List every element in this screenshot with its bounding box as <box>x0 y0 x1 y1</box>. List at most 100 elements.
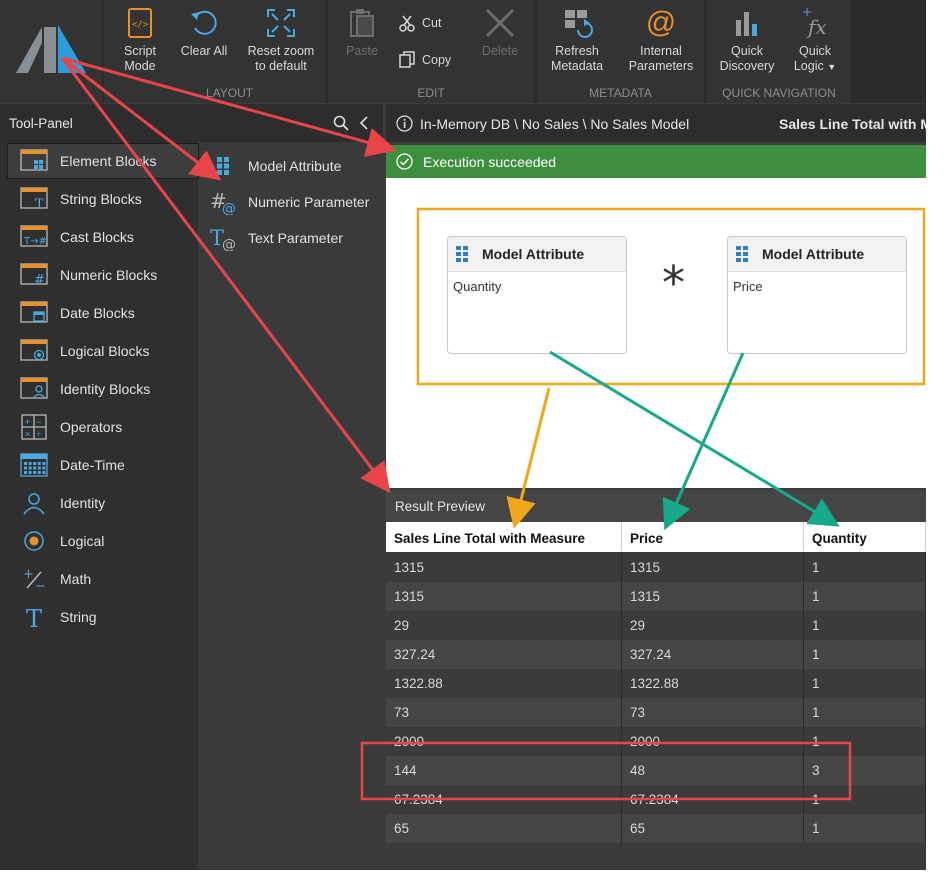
category-date-time[interactable]: Date-Time <box>8 448 198 482</box>
internal-parameters-button[interactable]: @ Internal Parameters <box>621 6 701 74</box>
table-row[interactable]: 327.24 327.24 1 <box>386 640 926 669</box>
table-cell: 1 <box>804 553 926 582</box>
table-row[interactable]: 29 29 1 <box>386 611 926 640</box>
table-row[interactable]: 67.2384 67.2384 1 <box>386 785 926 814</box>
model-attribute-node-quantity[interactable]: Model Attribute Quantity <box>447 236 627 354</box>
table-cell: 29 <box>622 611 804 640</box>
category-icon-wrap: + − <box>20 566 48 592</box>
table-cell: 48 <box>622 756 804 785</box>
table-cell: 1 <box>804 814 926 843</box>
clear-all-icon <box>191 10 217 35</box>
category-logical-blocks[interactable]: Logical Blocks <box>8 334 198 368</box>
category-math[interactable]: + − Math <box>8 562 198 596</box>
column-header[interactable]: Sales Line Total with Measure <box>386 522 622 551</box>
tool-panel-title: Tool-Panel <box>9 116 73 131</box>
model-attribute-node-price[interactable]: Model Attribute Price <box>727 236 907 354</box>
element-blocks-icon <box>20 149 48 171</box>
multiply-operator[interactable]: * <box>662 256 685 310</box>
delete-button[interactable]: Delete <box>476 6 524 59</box>
svg-text:@: @ <box>222 237 236 251</box>
search-icon[interactable] <box>333 115 349 131</box>
string-icon: T <box>26 605 42 630</box>
clear-all-button[interactable]: Clear All <box>174 6 234 59</box>
logo-icon <box>16 25 86 73</box>
refresh-metadata-button[interactable]: Refresh Metadata <box>545 6 609 74</box>
block-model-attribute[interactable]: Model Attribute <box>209 151 341 181</box>
table-row[interactable]: 73 73 1 <box>386 698 926 727</box>
table-row[interactable]: 1315 1315 1 <box>386 553 926 582</box>
category-label: String <box>60 609 97 625</box>
copy-button[interactable]: Copy <box>398 51 451 69</box>
script-mode-icon: </> <box>128 8 152 38</box>
table-cell: 2000 <box>622 727 804 756</box>
category-date-blocks[interactable]: Date Blocks <box>8 296 198 330</box>
quick-logic-button[interactable]: + fx Quick Logic ▼ <box>787 6 843 75</box>
quick-discovery-button[interactable]: Quick Discovery <box>715 6 779 74</box>
app-logo[interactable] <box>0 0 102 103</box>
svg-text:#: # <box>34 273 45 288</box>
ribbon-group-metadata: Refresh Metadata @ Internal Parameters M… <box>537 0 704 103</box>
cut-icon <box>399 15 415 32</box>
block-numeric-parameter[interactable]: # @ Numeric Parameter <box>209 187 369 217</box>
cut-button[interactable]: Cut <box>398 14 441 32</box>
edit-group-label: EDIT <box>417 86 445 100</box>
app-window: </> Script Mode Clear All Reset zoom to … <box>0 0 926 870</box>
table-row[interactable]: 2000 2000 1 <box>386 727 926 756</box>
svg-text:−: − <box>36 417 41 427</box>
category-icon-wrap <box>20 376 48 402</box>
table-cell: 1 <box>804 582 926 611</box>
svg-text:@: @ <box>222 201 236 215</box>
table-cell: 1 <box>804 611 926 640</box>
table-row[interactable]: 65 65 1 <box>386 814 926 843</box>
column-header[interactable]: Quantity <box>804 522 926 551</box>
category-icon-wrap <box>20 452 48 478</box>
paste-button[interactable]: Paste <box>340 6 384 59</box>
category-cast-blocks[interactable]: T→# Cast Blocks <box>8 220 198 254</box>
column-header[interactable]: Price <box>622 522 804 551</box>
category-icon-wrap <box>20 490 48 516</box>
measure-title: Sales Line Total with M <box>779 116 926 132</box>
category-identity-blocks[interactable]: Identity Blocks <box>8 372 198 406</box>
category-numeric-blocks[interactable]: # Numeric Blocks <box>8 258 198 292</box>
logic-canvas[interactable]: Model Attribute Quantity * Model Attribu… <box>386 178 926 488</box>
script-mode-button[interactable]: </> Script Mode <box>114 6 166 74</box>
internal-parameters-label: Internal Parameters <box>628 44 694 73</box>
category-label: Date Blocks <box>60 305 135 321</box>
table-cell: 1315 <box>386 553 622 582</box>
svg-text:T: T <box>26 605 42 630</box>
category-string[interactable]: T String <box>8 600 198 634</box>
info-icon[interactable] <box>396 115 413 132</box>
node-header: Model Attribute <box>728 237 906 272</box>
block-text-parameter[interactable]: T @ Text Parameter <box>209 223 343 253</box>
category-operators[interactable]: + − × ÷ Operators <box>8 410 198 444</box>
reset-zoom-button[interactable]: Reset zoom to default <box>242 6 320 74</box>
svg-text:−: − <box>35 579 46 592</box>
category-string-blocks[interactable]: T String Blocks <box>8 182 198 216</box>
numeric-parameter-icon: #@ <box>210 189 236 215</box>
text-parameter-icon: T@ <box>210 226 236 251</box>
table-row[interactable]: 1315 1315 1 <box>386 582 926 611</box>
category-label: Date-Time <box>60 457 125 473</box>
grid-icon <box>736 246 748 262</box>
category-label: Math <box>60 571 92 587</box>
table-cell: 1322.88 <box>622 669 804 698</box>
table-row[interactable]: 1322.88 1322.88 1 <box>386 669 926 698</box>
metadata-group-label: METADATA <box>589 86 652 100</box>
collapse-panel-icon[interactable] <box>358 115 370 131</box>
category-identity[interactable]: Identity <box>8 486 198 520</box>
category-element-blocks[interactable]: Element Blocks <box>7 143 199 179</box>
category-icon-wrap <box>20 300 48 326</box>
table-cell: 65 <box>386 814 622 843</box>
category-label: Identity Blocks <box>60 381 151 397</box>
quick-logic-caret-icon: ▼ <box>827 62 837 72</box>
category-label: Logical Blocks <box>60 343 150 359</box>
check-circle-icon <box>396 153 413 170</box>
svg-text:+: + <box>25 417 30 427</box>
quick-logic-icon: + fx <box>802 6 827 39</box>
refresh-metadata-label: Refresh Metadata <box>550 44 604 73</box>
result-preview-title: Result Preview <box>395 498 486 514</box>
status-text: Execution succeeded <box>423 153 557 170</box>
refresh-metadata-icon <box>565 10 593 38</box>
category-logical[interactable]: Logical <box>8 524 198 558</box>
table-row[interactable]: 144 48 3 <box>386 756 926 785</box>
